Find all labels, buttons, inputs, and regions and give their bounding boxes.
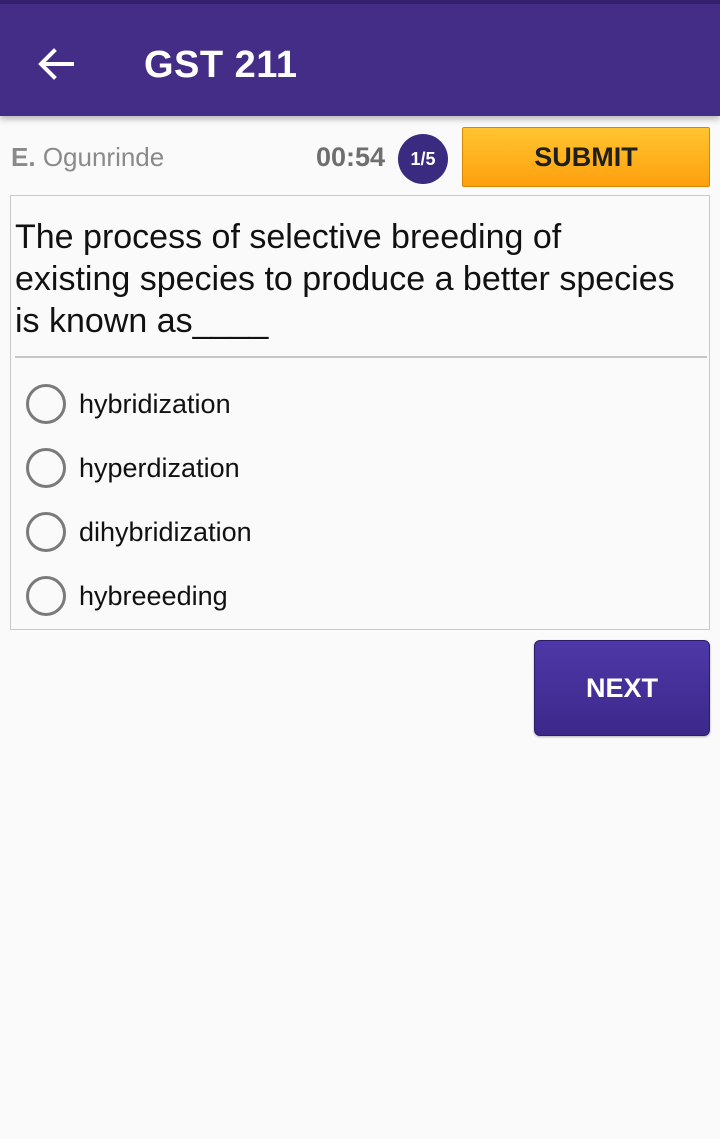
- radio-button[interactable]: [26, 448, 66, 488]
- answer-options: hybridization hyperdization dihybridizat…: [11, 372, 709, 628]
- page-title: GST 211: [144, 44, 298, 86]
- next-button[interactable]: NEXT: [534, 640, 710, 736]
- student-name: E. Ogunrinde: [11, 142, 164, 172]
- question-card: The process of selective breeding of exi…: [10, 195, 710, 630]
- countdown-timer: 00:54: [316, 142, 386, 172]
- quiz-info-row: E. Ogunrinde 00:54 1/5 SUBMIT: [0, 124, 720, 190]
- submit-button[interactable]: SUBMIT: [462, 127, 710, 187]
- arrow-left-icon: [38, 48, 74, 80]
- back-button[interactable]: [26, 34, 86, 94]
- student-surname: Ogunrinde: [42, 142, 165, 172]
- answer-option-label: dihybridization: [79, 517, 252, 547]
- answer-option[interactable]: dihybridization: [11, 500, 709, 564]
- answer-option[interactable]: hybridization: [11, 372, 709, 436]
- radio-button[interactable]: [26, 384, 66, 424]
- question-text: The process of selective breeding of exi…: [15, 218, 675, 340]
- answer-option[interactable]: hyperdization: [11, 436, 709, 500]
- answer-option-label: hybreeeding: [79, 581, 228, 611]
- question-progress-badge: 1/5: [398, 134, 448, 184]
- radio-button[interactable]: [26, 512, 66, 552]
- radio-button[interactable]: [26, 576, 66, 616]
- answer-option-label: hyperdization: [79, 453, 240, 483]
- answer-option-label: hybridization: [79, 389, 231, 419]
- app-bar: GST 211: [0, 0, 720, 116]
- answer-option[interactable]: hybreeeding: [11, 564, 709, 628]
- question-divider: [15, 356, 707, 358]
- student-initial: E.: [11, 142, 36, 172]
